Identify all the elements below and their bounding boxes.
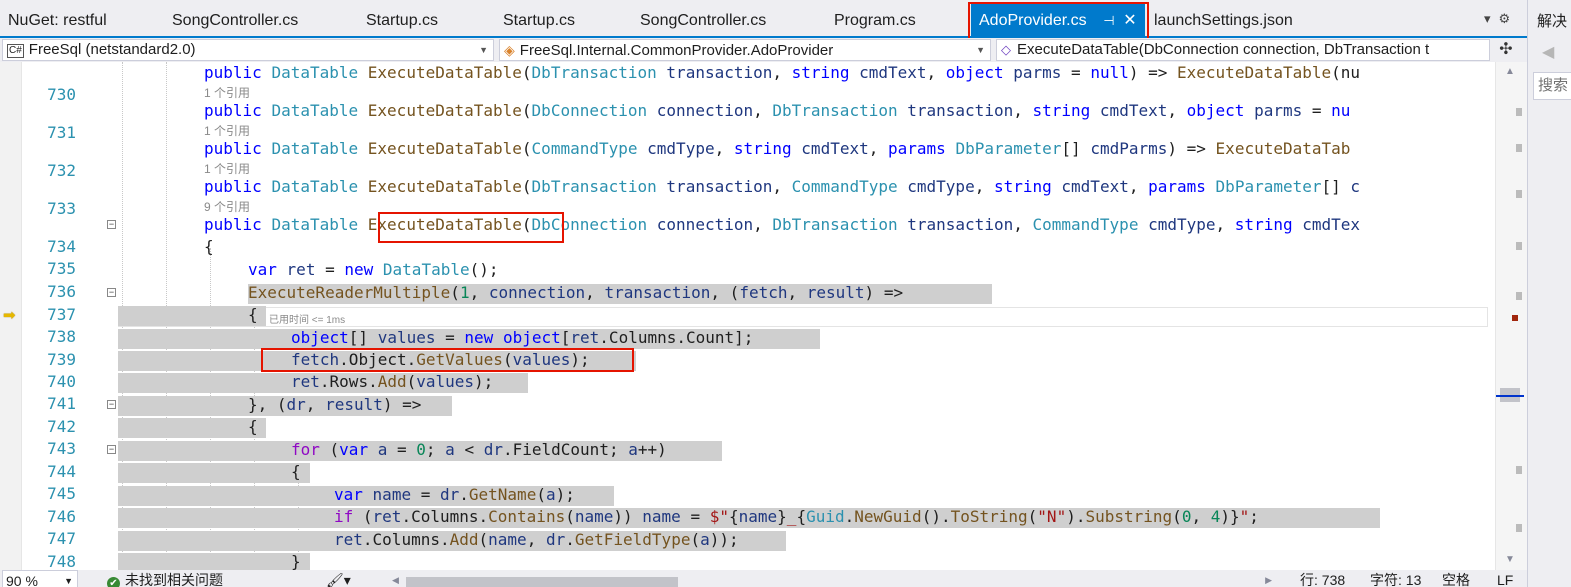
chevron-down-icon: ▼ (479, 45, 488, 55)
tab-startup-1[interactable]: Startup.cs (358, 4, 446, 36)
code-line: 736 var ret = new DataTable(); (0, 259, 1495, 301)
code-line: 742 − }, (dr, result) => (0, 394, 1495, 436)
tab-label: Program.cs (834, 12, 916, 29)
active-statement-highlight (118, 418, 266, 438)
tab-controls[interactable]: ▾⚙ (1484, 11, 1518, 27)
zoom-dropdown[interactable]: 90 % ▼ (2, 570, 78, 587)
tab-program[interactable]: Program.cs (826, 4, 924, 36)
codelens-references[interactable]: 1 个引用 (204, 161, 250, 177)
line-indicator[interactable]: 行: 738 (1300, 570, 1345, 587)
perf-tip[interactable]: 已用时间 <= 1ms (269, 311, 345, 326)
horizontal-scrollbar[interactable]: ◀ ▶ (392, 574, 1272, 587)
collapse-icon[interactable]: − (107, 445, 116, 454)
codelens-references[interactable]: 9 个引用 (204, 199, 250, 215)
tab-adoprovider[interactable]: AdoProvider.cs ⊣ ✕ (971, 4, 1145, 36)
tab-label: SongController.cs (640, 12, 767, 29)
solution-search-input[interactable]: 搜索 (1533, 72, 1571, 100)
check-icon: ✔ (107, 577, 120, 587)
issues-label: 未找到相关问题 (125, 572, 223, 587)
code-line: 749 } (0, 551, 1495, 570)
caret-position-marker (1496, 395, 1524, 397)
whitespace-mode[interactable]: 空格 (1442, 570, 1470, 587)
collapse-icon[interactable]: − (107, 400, 116, 409)
zoom-value: 90 % (6, 573, 38, 587)
scrollbar-thumb[interactable] (406, 577, 678, 587)
vertical-scrollbar[interactable]: ▲ ▼ (1495, 62, 1527, 570)
codelens-references[interactable]: 1 个引用 (204, 85, 250, 101)
scroll-up-icon[interactable]: ▲ (1505, 66, 1515, 77)
char-indicator[interactable]: 字符: 13 (1370, 570, 1421, 587)
tab-label: launchSettings.json (1154, 12, 1293, 29)
line-ending[interactable]: LF (1497, 570, 1513, 587)
csharp-icon: C# (7, 44, 24, 58)
editor-status-bar: 90 % ▼ ✔ 未找到相关问题 🖌▾ ◀ ▶ 行: 738 字符: 13 空格 L… (0, 570, 1527, 587)
codelens-references[interactable]: 1 个引用 (204, 123, 250, 139)
document-tab-strip: NuGet: restful SongController.cs Startup… (0, 0, 1527, 38)
scrollbar-marker (1516, 190, 1522, 198)
code-line: 732 public DataTable ExecuteDataTable(Co… (0, 138, 1495, 180)
pin-icon[interactable]: ⊣ (1103, 4, 1114, 38)
scrollbar-marker (1516, 292, 1522, 300)
tab-label: Startup.cs (366, 12, 439, 29)
scroll-left-icon[interactable]: ◀ (392, 570, 399, 587)
code-line: 735 { (0, 236, 1495, 278)
project-dropdown[interactable]: C# FreeSql (netstandard2.0) ▼ (2, 39, 494, 61)
chevron-down-icon: ▼ (64, 576, 73, 586)
tab-label: SongController.cs (172, 12, 299, 29)
breakpoint-marker (1512, 315, 1518, 321)
navigation-bar: C# FreeSql (netstandard2.0) ▼ ◈ FreeSql.In… (0, 38, 1527, 62)
chevron-down-icon: ▼ (976, 45, 985, 55)
code-line: 730 public DataTable ExecuteDataTable(Db… (0, 62, 1495, 104)
active-statement-highlight (118, 553, 310, 570)
type-dropdown[interactable]: ◈ FreeSql.Internal.CommonProvider.AdoProv… (499, 39, 991, 61)
member-dropdown[interactable]: ◇ ExecuteDataTable(DbConnection connectio… (996, 39, 1490, 61)
split-window-icon[interactable]: ✣ (1495, 39, 1517, 61)
code-line: 748 ret.Columns.Add(name, dr.GetFieldTyp… (0, 529, 1495, 570)
code-line: 737 − ExecuteReaderMultiple(1, connectio… (0, 282, 1495, 324)
scroll-down-icon[interactable]: ▼ (1505, 554, 1515, 565)
tab-label: AdoProvider.cs (979, 12, 1087, 29)
scroll-right-icon[interactable]: ▶ (1265, 570, 1272, 587)
project-label: FreeSql (netstandard2.0) (28, 41, 196, 58)
code-line: 743 { (0, 416, 1495, 458)
class-icon: ◈ (504, 42, 515, 58)
method-icon: ◇ (1001, 42, 1011, 57)
collapse-icon[interactable]: − (107, 220, 116, 229)
tab-label: NuGet: restful (8, 12, 107, 29)
brush-icon[interactable]: 🖌▾ (326, 570, 351, 587)
scrollbar-marker (1516, 242, 1522, 250)
panel-title: 解决 (1537, 13, 1568, 30)
code-line: 746 var name = dr.GetName(a); (0, 484, 1495, 526)
code-line: 733 public DataTable ExecuteDataTable(Db… (0, 176, 1495, 218)
code-line: 747 if (ret.Columns.Contains(name)) name… (0, 506, 1495, 548)
tab-songcontroller-2[interactable]: SongController.cs (632, 4, 774, 36)
code-line: 741 ret.Rows.Add(values); (0, 371, 1495, 413)
scrollbar-marker (1516, 108, 1522, 116)
code-line-current: 738 { (0, 304, 1495, 346)
member-label: ExecuteDataTable(DbConnection connection… (1017, 41, 1430, 58)
scrollbar-marker (1516, 144, 1522, 152)
active-statement-highlight (118, 306, 266, 326)
tab-nuget-restful[interactable]: NuGet: restful (0, 4, 115, 36)
tab-label: Startup.cs (503, 12, 576, 29)
code-line: 740 fetch.Object.GetValues(values); (0, 349, 1495, 391)
tab-startup-2[interactable]: Startup.cs (495, 4, 583, 36)
code-line: 739 object[] values = new object[ret.Col… (0, 327, 1495, 369)
close-icon[interactable]: ✕ (1123, 4, 1136, 38)
code-editor[interactable]: ➡ 1 个引用 1 个引用 1 个引用 9 个引用 730 public Dat… (0, 62, 1527, 570)
tab-songcontroller-1[interactable]: SongController.cs (164, 4, 306, 36)
code-line: 744 − for (var a = 0; a < dr.FieldCount;… (0, 439, 1495, 481)
code-line: 734 − public DataTable ExecuteDataTable(… (0, 214, 1495, 256)
scrollbar-marker (1516, 524, 1522, 532)
tab-launchsettings[interactable]: launchSettings.json (1146, 4, 1301, 36)
type-label: FreeSql.Internal.CommonProvider.AdoProvi… (519, 42, 834, 59)
issues-indicator[interactable]: ✔ 未找到相关问题 (107, 570, 223, 587)
code-line: 731 public DataTable ExecuteDataTable(Db… (0, 100, 1495, 142)
code-line: 745 { (0, 461, 1495, 503)
collapse-icon[interactable]: − (107, 288, 116, 297)
back-icon[interactable]: ◀ (1542, 42, 1554, 62)
scrollbar-marker (1516, 466, 1522, 474)
active-statement-highlight (118, 463, 310, 483)
solution-explorer-panel: 解决 ◀ 搜索 (1527, 0, 1571, 587)
